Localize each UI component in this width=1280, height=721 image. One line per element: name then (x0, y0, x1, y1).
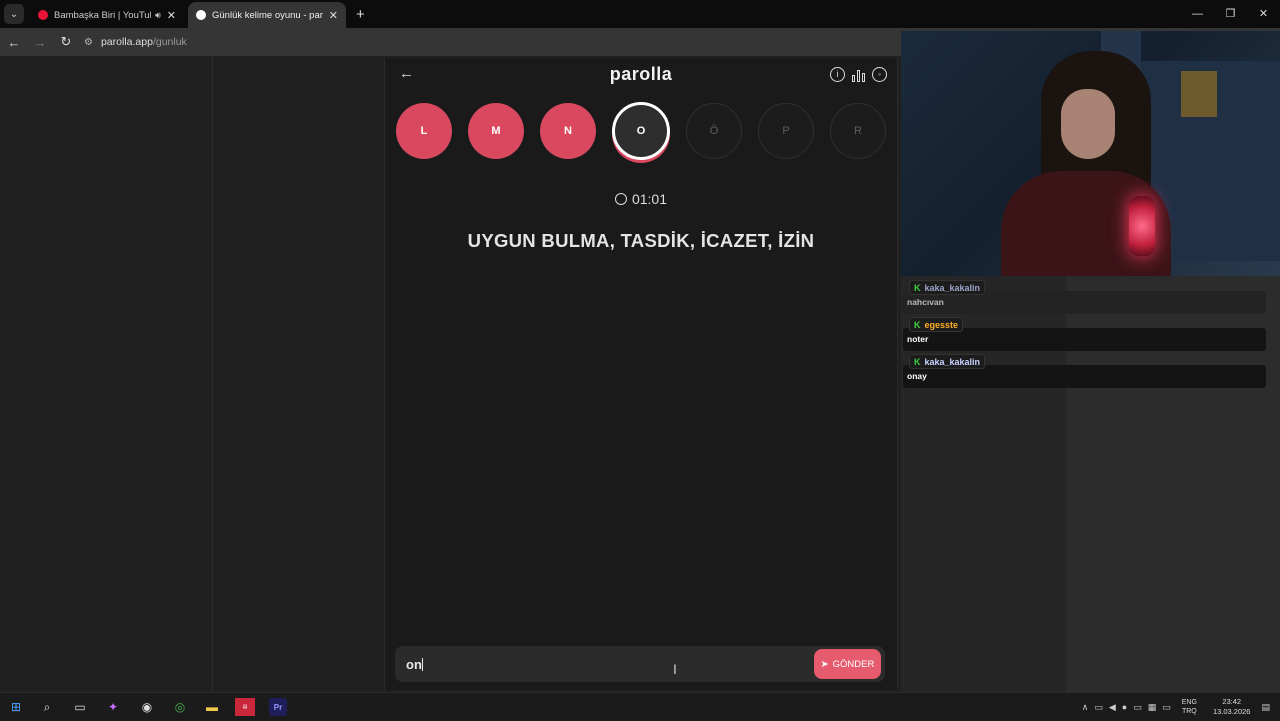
chrome-icon[interactable]: ◎ (171, 698, 189, 716)
tab-search-button[interactable]: ⌄ (4, 4, 24, 24)
letter-track: L M N O Ö P R (396, 102, 886, 160)
speaker-icon[interactable]: 🔊︎ (155, 10, 161, 21)
tab-youtube-music[interactable]: Bambaşka Biri | YouTube Music 🔊︎ ✕ (30, 2, 184, 28)
letter-circle: N (540, 103, 596, 159)
window-controls: — ❐ ✕ (1181, 0, 1280, 28)
clue-text: UYGUN BULMA, TASDİK, İCAZET, İZİN (467, 230, 815, 251)
game-panel: ← parolla i ◦ L M N O Ö P R 01:01 UYGUN … (384, 58, 898, 690)
send-icon: ➤ (820, 658, 829, 670)
kick-badge-icon: K (914, 357, 921, 367)
pink-lamp (1129, 196, 1155, 256)
chat-username: Kkaka_kakalin (909, 280, 986, 295)
webcam-overlay (901, 31, 1280, 276)
mouse-cursor-ibeam: I (673, 661, 677, 677)
task-view-icon[interactable]: ▭ (71, 698, 89, 716)
letter-circle: M (468, 103, 524, 159)
header-icons: i ◦ (830, 67, 887, 82)
close-tab-icon[interactable]: ✕ (329, 9, 338, 22)
timer: 01:01 (385, 191, 897, 207)
start-icon[interactable]: ⊞ (7, 698, 25, 716)
system-tray: ∧ ▭ ◀︎ ● ▭ ▦ ▭ ENG TRQ 23:42 13.03.2026 … (1079, 693, 1280, 721)
display-icon[interactable]: ▭ (1133, 702, 1142, 713)
wall-poster (1181, 71, 1217, 117)
kick-badge-icon: K (914, 320, 921, 330)
profile-icon[interactable]: ◦ (872, 67, 887, 82)
chat-username: Kegesste (909, 317, 964, 332)
browser-tab-bar: ⌄ Bambaşka Biri | YouTube Music 🔊︎ ✕ Gün… (0, 0, 1280, 28)
tray-chevron-icon[interactable]: ∧ (1082, 702, 1089, 713)
stats-icon[interactable] (851, 67, 866, 82)
info-icon[interactable]: i (830, 67, 845, 82)
clock-icon (614, 193, 627, 205)
copilot-icon[interactable]: ✦ (104, 698, 122, 716)
microphone-icon[interactable]: ● (1122, 702, 1127, 712)
letter-circle-current: O (612, 102, 670, 160)
page-divider (212, 56, 213, 692)
usb-icon[interactable]: ▭ (1162, 702, 1171, 713)
file-explorer-icon[interactable]: ▬ (203, 698, 221, 716)
parolla-favicon-icon (196, 10, 206, 20)
windows-taskbar: ⊞ ⌕ ▭ ✦ ◉ ◎ ▬ ▤ Pr ∧ ▭ ◀︎ ● ▭ ▦ ▭ ENG TR… (0, 692, 1280, 720)
volume-icon[interactable]: ◀︎ (1109, 702, 1116, 713)
minimize-button[interactable]: — (1181, 0, 1214, 28)
url-field[interactable]: ⚙ parolla.app/gunluk (84, 36, 187, 48)
app-header: ← parolla i ◦ (385, 58, 897, 92)
streamer-face (1061, 89, 1115, 159)
send-button-label: GÖNDER (832, 658, 875, 670)
letter-circle: P (758, 103, 814, 159)
back-button[interactable]: ← (2, 35, 26, 50)
premiere-pro-icon[interactable]: Pr (269, 698, 287, 716)
youtube-music-icon (38, 10, 48, 20)
letter-circle: L (396, 103, 452, 159)
url-host: parolla.app (100, 36, 153, 48)
language-indicator[interactable]: ENG TRQ (1182, 698, 1197, 716)
app-logo: parolla (609, 64, 673, 84)
voicemeeter-icon[interactable]: ▤ (235, 698, 255, 716)
text-caret (421, 658, 423, 671)
close-tab-icon[interactable]: ✕ (167, 9, 176, 22)
chat-username: Kkaka_kakalin (909, 354, 986, 369)
close-window-button[interactable]: ✕ (1247, 0, 1280, 28)
answer-value[interactable]: on (406, 657, 422, 672)
letter-circle: R (830, 103, 886, 159)
url-path: /gunluk (152, 36, 187, 48)
new-tab-button[interactable]: + (356, 6, 365, 23)
reload-button[interactable]: ↻ (54, 34, 78, 50)
letter-circle: Ö (686, 103, 742, 159)
search-icon[interactable]: ⌕ (38, 698, 56, 716)
network-icon[interactable]: ▭ (1094, 702, 1103, 713)
forward-button[interactable]: → (28, 35, 52, 50)
system-clock[interactable]: 23:42 13.03.2026 (1213, 697, 1251, 717)
notifications-icon[interactable]: ▤ (1261, 702, 1270, 713)
site-info-icon[interactable]: ⚙ (84, 37, 93, 48)
kick-badge-icon: K (914, 283, 921, 293)
answer-input[interactable]: on ➤ GÖNDER (395, 646, 885, 682)
restore-button[interactable]: ❐ (1214, 0, 1247, 28)
send-button[interactable]: ➤ GÖNDER (814, 649, 881, 679)
obs-icon[interactable]: ◉ (138, 698, 156, 716)
timer-value: 01:01 (631, 191, 668, 207)
tab-parolla[interactable]: Günlük kelime oyunu - parolla ✕ (188, 2, 346, 28)
app-tray-icon[interactable]: ▦ (1148, 702, 1157, 713)
